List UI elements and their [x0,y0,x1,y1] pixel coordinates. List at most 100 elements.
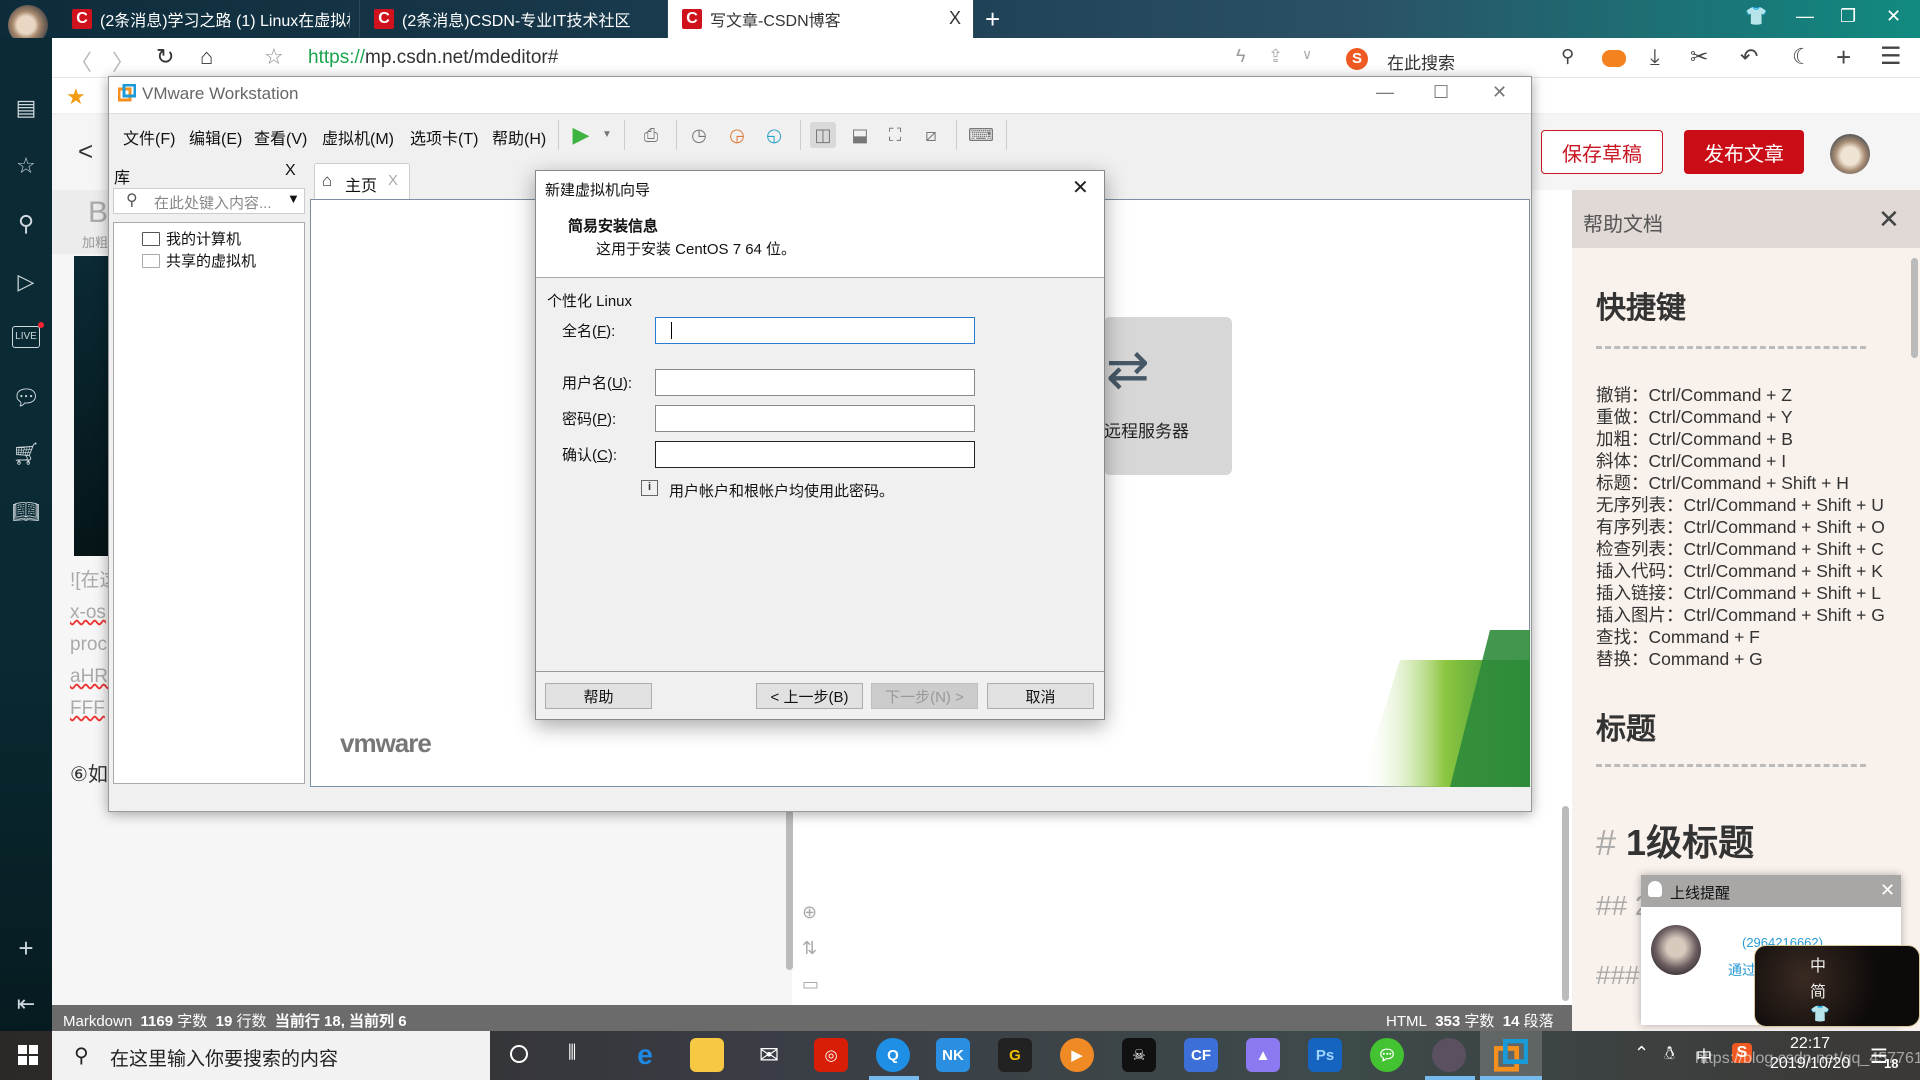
menu-help[interactable]: 帮助(H) [492,125,546,149]
g-app-icon[interactable]: G [998,1038,1032,1072]
menu-icon[interactable]: ☰ [1880,42,1902,71]
add-icon[interactable]: + [12,934,40,962]
publish-button[interactable]: 发布文章 [1684,130,1804,174]
send-ctrl-alt-del-icon[interactable]: ⎙ [638,122,664,148]
game-icon[interactable] [1602,50,1626,67]
vmware-taskbar-icon[interactable] [1494,1039,1528,1073]
mail-icon[interactable]: ✉ [752,1038,786,1072]
search-engine-input[interactable]: 在此搜索 [1387,49,1455,74]
back-button[interactable]: < [78,136,93,167]
photoshop-icon[interactable]: Ps [1308,1038,1342,1072]
save-draft-button[interactable]: 保存草稿 [1541,130,1663,174]
download-icon[interactable]: ⤓ [1650,44,1660,70]
reload-icon[interactable]: ↻ [156,44,174,70]
snapshot-take-icon[interactable]: ◷ [686,122,712,148]
vmware-titlebar[interactable] [109,77,1531,113]
editor-scrollbar[interactable] [786,810,793,970]
snapshot-revert-icon[interactable]: ◶ [724,122,750,148]
night-mode-icon[interactable]: ☾ [1792,44,1812,70]
vmware-minimize-button[interactable]: — [1376,82,1394,103]
close-window-button[interactable]: ✕ [1886,6,1901,27]
sync-scroll-icon[interactable]: ⇅ [802,938,817,959]
bookmark-star-icon[interactable]: ☆ [264,44,284,70]
fullname-input[interactable] [655,317,975,344]
url-field[interactable]: https://mp.csdn.net/mdeditor# [308,47,558,69]
qq-via-link[interactable]: 通过 [1728,960,1756,980]
wechat-icon[interactable]: 💬︎ [1370,1038,1404,1072]
share-icon[interactable]: ⇪ [1268,46,1283,67]
scissors-icon[interactable]: ✂ [1690,44,1708,70]
ime-skin-icon[interactable]: 👕 [1810,1004,1830,1024]
tab-home-close[interactable]: X [388,172,398,189]
menu-view[interactable]: 查看(V) [254,125,307,149]
chat-icon[interactable]: 💬︎ [12,384,40,412]
dialog-close-button[interactable]: ✕ [1072,175,1089,200]
chevron-down-icon[interactable]: ▼ [594,122,620,148]
cf-app-icon[interactable]: CF [1184,1038,1218,1072]
add-icon[interactable]: + [1836,42,1851,73]
help-button[interactable]: 帮助 [545,683,652,709]
back-icon[interactable]: 〈 [70,45,92,77]
qq-browser-icon[interactable]: Q [876,1038,910,1072]
tray-overflow-icon[interactable]: ⌃ [1634,1043,1649,1064]
cortana-icon[interactable] [510,1045,528,1063]
qq-notification-close[interactable]: ✕ [1880,880,1895,901]
chevron-down-icon[interactable]: ∨ [1302,46,1312,63]
browser-tab-2[interactable]: C (2条消息)CSDN-专业IT技术社区 [360,0,668,38]
forward-icon[interactable]: 〉 [112,45,134,77]
preview-toggle-icon[interactable]: ▭ [802,974,819,995]
news-icon[interactable]: ▤ [12,94,40,122]
avatar-app-icon[interactable] [1432,1038,1466,1072]
tree-item-shared-vms[interactable]: 共享的虚拟机 [142,250,256,271]
user-avatar[interactable] [1830,134,1870,174]
ime-mode[interactable]: 简 [1810,978,1826,1002]
menu-tabs[interactable]: 选项卡(T) [410,125,478,149]
sogou-search-icon[interactable]: S [1346,48,1368,70]
username-input[interactable] [655,369,975,396]
power-on-icon[interactable]: ▶ [568,122,594,148]
confirm-password-input[interactable] [655,441,975,468]
preview-scrollbar[interactable] [1562,806,1569,1001]
file-explorer-icon[interactable] [690,1038,724,1072]
video-icon[interactable]: ▷ [12,268,40,296]
library-search-dropdown[interactable]: ▼ [287,191,300,206]
collapse-icon[interactable]: ⇤ [12,990,40,1018]
cancel-button[interactable]: 取消 [987,683,1094,709]
console-view-icon[interactable]: ⌨ [968,122,994,148]
new-tab-button[interactable]: + [985,4,1000,35]
search-icon[interactable]: ⚲ [1561,46,1574,67]
ime-status-widget[interactable] [1754,945,1920,1027]
snapshot-manager-icon[interactable]: ◵ [761,122,787,148]
restore-button[interactable]: ❐ [1840,6,1856,27]
show-library-icon[interactable]: ◫ [810,122,836,148]
next-button[interactable]: 下一步(N) > [871,683,978,709]
menu-vm[interactable]: 虚拟机(M) [322,125,394,149]
browser-tab-3[interactable]: C 写文章-CSDN博客 X [668,0,974,38]
tree-item-my-computer[interactable]: 我的计算机 [142,228,241,249]
book-icon[interactable]: 📖︎ [12,498,40,526]
full-screen-icon[interactable]: ⛶ [882,122,908,148]
help-scrollbar[interactable] [1911,258,1918,358]
unity-icon[interactable]: ⧄ [918,122,944,148]
windows-start-icon[interactable] [18,1045,38,1065]
minimize-button[interactable]: — [1796,6,1814,27]
star-icon[interactable]: ☆ [12,152,40,180]
bold-button[interactable]: B [88,196,108,230]
home-icon[interactable]: ⌂ [200,44,213,70]
undo-icon[interactable]: ↶ [1740,44,1758,70]
lightning-icon[interactable]: ϟ [1236,46,1246,67]
help-close-button[interactable]: ✕ [1878,204,1900,235]
thumbnail-bar-icon[interactable]: ⬓ [847,122,873,148]
tray-clock[interactable]: 22:17 2019/10/20 [1770,1034,1850,1074]
ghost-app-icon[interactable]: ☠ [1122,1038,1156,1072]
locate-icon[interactable]: ⊕ [802,902,817,923]
browser-tab-1[interactable]: C (2条消息)学习之路 (1) Linux在虚拟机 [58,0,360,38]
game-app-icon[interactable]: ▶ [1060,1038,1094,1072]
search-icon[interactable]: ⚲ [12,210,40,238]
vmware-close-button[interactable]: ✕ [1492,82,1507,103]
library-close-button[interactable]: X [285,162,296,180]
netease-music-icon[interactable]: ◎ [814,1038,848,1072]
menu-file[interactable]: 文件(F) [123,125,175,149]
back-button[interactable]: < 上一步(B) [756,683,863,709]
photos-icon[interactable]: ▲ [1246,1038,1280,1072]
